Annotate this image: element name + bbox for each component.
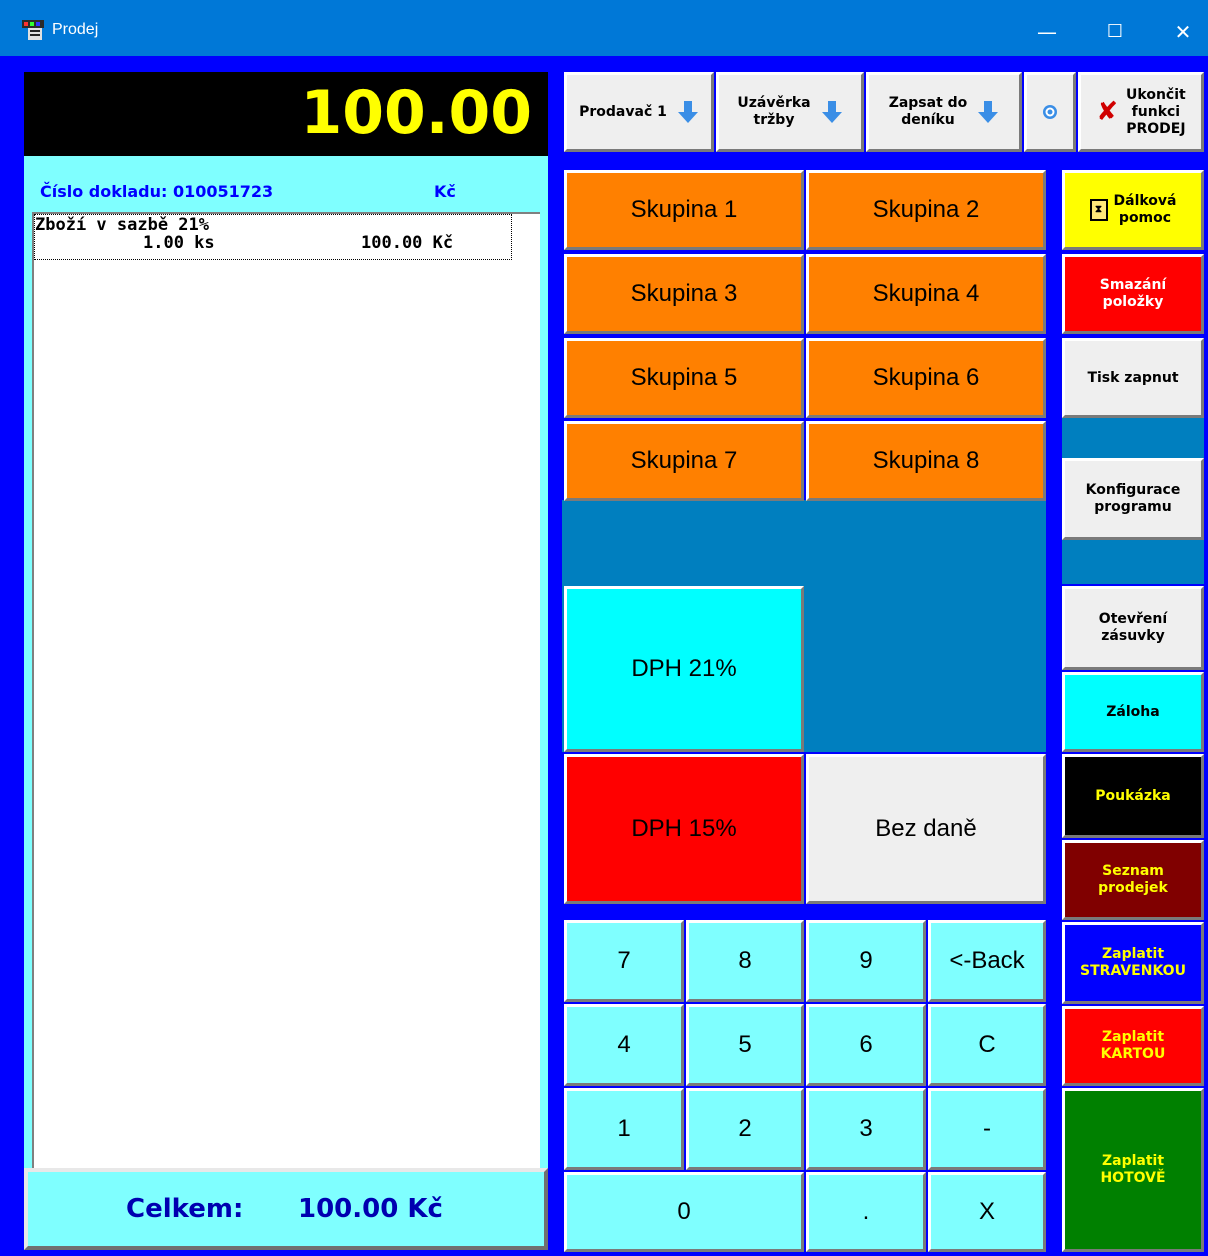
key-0[interactable]: 0 — [564, 1172, 804, 1252]
journal-label-line1: Zapsat do — [888, 95, 968, 111]
exit-label-line1: Ukončit — [1126, 86, 1186, 103]
remote-help-icon: ⧗ — [1089, 199, 1108, 221]
remote-help-label-line2: pomoc — [1118, 210, 1172, 226]
pay-cash-button[interactable]: Zaplatit HOTOVĚ — [1062, 1088, 1204, 1252]
receipt-list[interactable] — [32, 212, 540, 1172]
card-label-line1: Zaplatit — [1101, 1029, 1165, 1045]
total-value: 100.00 Kč — [298, 1194, 443, 1224]
key-6[interactable]: 6 — [806, 1004, 926, 1086]
group-6-button[interactable]: Skupina 6 — [806, 338, 1046, 418]
group-4-button[interactable]: Skupina 4 — [806, 254, 1046, 334]
cash-label-line1: Zaplatit — [1101, 1153, 1165, 1169]
group-8-button[interactable]: Skupina 8 — [806, 421, 1046, 501]
config-button[interactable]: Konfigurace programu — [1062, 458, 1204, 540]
key-1[interactable]: 1 — [564, 1088, 684, 1170]
delete-label-line2: položky — [1102, 294, 1164, 310]
closing-label-line1: Uzávěrka — [737, 95, 811, 111]
maximize-button[interactable]: ☐ — [1092, 12, 1138, 52]
closing-label-line2: tržby — [753, 112, 795, 128]
total-label: Celkem: — [126, 1194, 244, 1224]
backspace-key[interactable]: <-Back — [928, 920, 1046, 1002]
receipt-item-name: Zboží v sazbě 21% — [35, 215, 209, 235]
key-5[interactable]: 5 — [686, 1004, 804, 1086]
exit-button[interactable]: ✘ Ukončit funkci PRODEJ — [1078, 72, 1204, 152]
pay-meal-voucher-button[interactable]: Zaplatit STRAVENKOU — [1062, 922, 1204, 1004]
arrow-down-icon — [977, 101, 999, 123]
key-9[interactable]: 9 — [806, 920, 926, 1002]
remote-help-label-line1: Dálková — [1113, 193, 1177, 209]
seller-label: Prodavač 1 — [579, 103, 667, 120]
group-5-button[interactable]: Skupina 5 — [564, 338, 804, 418]
deposit-button[interactable]: Záloha — [1062, 672, 1204, 752]
title-bar: Prodej — ☐ ✕ — [0, 0, 1208, 56]
empty-area — [1062, 540, 1204, 584]
minimize-button[interactable]: — — [1024, 12, 1070, 52]
document-number: Číslo dokladu: 010051723 — [40, 182, 274, 201]
gear-icon — [1043, 105, 1057, 119]
closing-button[interactable]: Uzávěrka tržby — [716, 72, 864, 152]
voucher-button[interactable]: Poukázka — [1062, 754, 1204, 838]
print-toggle-button[interactable]: Tisk zapnut — [1062, 338, 1204, 418]
config-label-line2: programu — [1094, 499, 1172, 515]
cash-label-line2: HOTOVĚ — [1100, 1170, 1166, 1186]
arrow-down-icon — [677, 101, 699, 123]
app-icon — [22, 20, 44, 40]
key-2[interactable]: 2 — [686, 1088, 804, 1170]
receipts-list-button[interactable]: Seznam prodejek — [1062, 840, 1204, 920]
minus-key[interactable]: - — [928, 1088, 1046, 1170]
group-2-button[interactable]: Skupina 2 — [806, 170, 1046, 250]
arrow-down-icon — [821, 101, 843, 123]
total-box: Celkem: 100.00 Kč — [24, 1168, 548, 1250]
open-drawer-button[interactable]: Otevření zásuvky — [1062, 586, 1204, 670]
group-1-button[interactable]: Skupina 1 — [564, 170, 804, 250]
journal-label-line2: deníku — [901, 112, 955, 128]
remote-help-button[interactable]: ⧗ Dálková pomoc — [1062, 170, 1204, 250]
amount-value: 100.00 — [300, 78, 532, 148]
group-3-button[interactable]: Skupina 3 — [564, 254, 804, 334]
key-8[interactable]: 8 — [686, 920, 804, 1002]
card-label-line2: KARTOU — [1100, 1046, 1166, 1062]
key-4[interactable]: 4 — [564, 1004, 684, 1086]
close-button[interactable]: ✕ — [1160, 12, 1206, 52]
empty-area — [1062, 418, 1204, 458]
receipts-label-line1: Seznam — [1102, 863, 1164, 879]
delete-label-line1: Smazání — [1099, 277, 1167, 293]
vat-21-button[interactable]: DPH 21% — [564, 586, 804, 752]
seller-button[interactable]: Prodavač 1 — [564, 72, 714, 152]
pay-card-button[interactable]: Zaplatit KARTOU — [1062, 1006, 1204, 1086]
vat-15-button[interactable]: DPH 15% — [564, 754, 804, 904]
clear-key[interactable]: C — [928, 1004, 1046, 1086]
journal-button[interactable]: Zapsat do deníku — [866, 72, 1022, 152]
receipt-item[interactable]: Zboží v sazbě 21% 1.00 ks 100.00 Kč — [34, 214, 512, 260]
meal-label-line2: STRAVENKOU — [1080, 963, 1186, 979]
group-7-button[interactable]: Skupina 7 — [564, 421, 804, 501]
decimal-point-key[interactable]: . — [806, 1172, 926, 1252]
key-3[interactable]: 3 — [806, 1088, 926, 1170]
drawer-label-line1: Otevření — [1098, 611, 1168, 627]
receipt-item-price: 100.00 Kč — [361, 233, 454, 253]
exit-label-line2: funkci — [1131, 103, 1181, 120]
delete-item-button[interactable]: Smazání položky — [1062, 254, 1204, 334]
drawer-label-line2: zásuvky — [1101, 628, 1165, 644]
window-title: Prodej — [52, 21, 99, 38]
settings-button[interactable] — [1024, 72, 1076, 152]
close-x-icon: ✘ — [1096, 97, 1119, 127]
exit-label-line3: PRODEJ — [1126, 120, 1186, 137]
amount-display: 100.00 — [24, 72, 548, 156]
receipts-label-line2: prodejek — [1098, 880, 1168, 896]
meal-label-line1: Zaplatit — [1101, 946, 1165, 962]
no-vat-button[interactable]: Bez daně — [806, 754, 1046, 904]
multiply-key[interactable]: X — [928, 1172, 1046, 1252]
currency-label: Kč — [434, 182, 456, 201]
config-label-line1: Konfigurace — [1085, 482, 1181, 498]
receipt-item-quantity: 1.00 ks — [143, 233, 215, 253]
key-7[interactable]: 7 — [564, 920, 684, 1002]
